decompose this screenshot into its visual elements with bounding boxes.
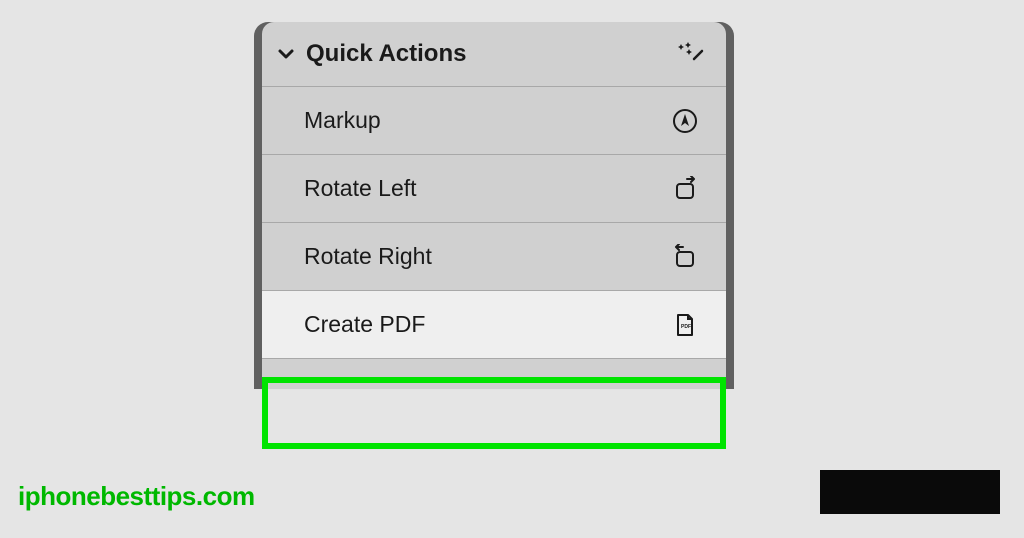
menu-item-rotate-left[interactable]: Rotate Left <box>262 155 726 223</box>
magic-wand-icon[interactable] <box>678 41 704 67</box>
chevron-down-icon <box>276 44 296 64</box>
header-left: Quick Actions <box>276 40 466 68</box>
menu-item-create-pdf[interactable]: Create PDF PDF <box>262 291 726 359</box>
rotate-left-icon <box>672 176 698 202</box>
menu-item-label: Rotate Left <box>304 175 417 202</box>
watermark-text: iphonebesttips.com <box>18 481 255 512</box>
menu-header[interactable]: Quick Actions <box>262 22 726 87</box>
menu-item-rotate-right[interactable]: Rotate Right <box>262 223 726 291</box>
menu-item-label: Rotate Right <box>304 243 432 270</box>
pdf-icon: PDF <box>672 312 698 338</box>
markup-icon <box>672 108 698 134</box>
menu-item-markup[interactable]: Markup <box>262 87 726 155</box>
rotate-right-icon <box>672 244 698 270</box>
menu-item-label: Markup <box>304 107 381 134</box>
menu-panel: Quick Actions Markup Rotate Left <box>262 22 726 389</box>
menu-item-partial[interactable] <box>262 359 726 389</box>
svg-text:PDF: PDF <box>681 324 691 330</box>
menu-title: Quick Actions <box>306 40 466 68</box>
quick-actions-menu: Quick Actions Markup Rotate Left <box>254 22 734 389</box>
redaction-bar <box>820 470 1000 514</box>
menu-item-label: Create PDF <box>304 311 425 338</box>
